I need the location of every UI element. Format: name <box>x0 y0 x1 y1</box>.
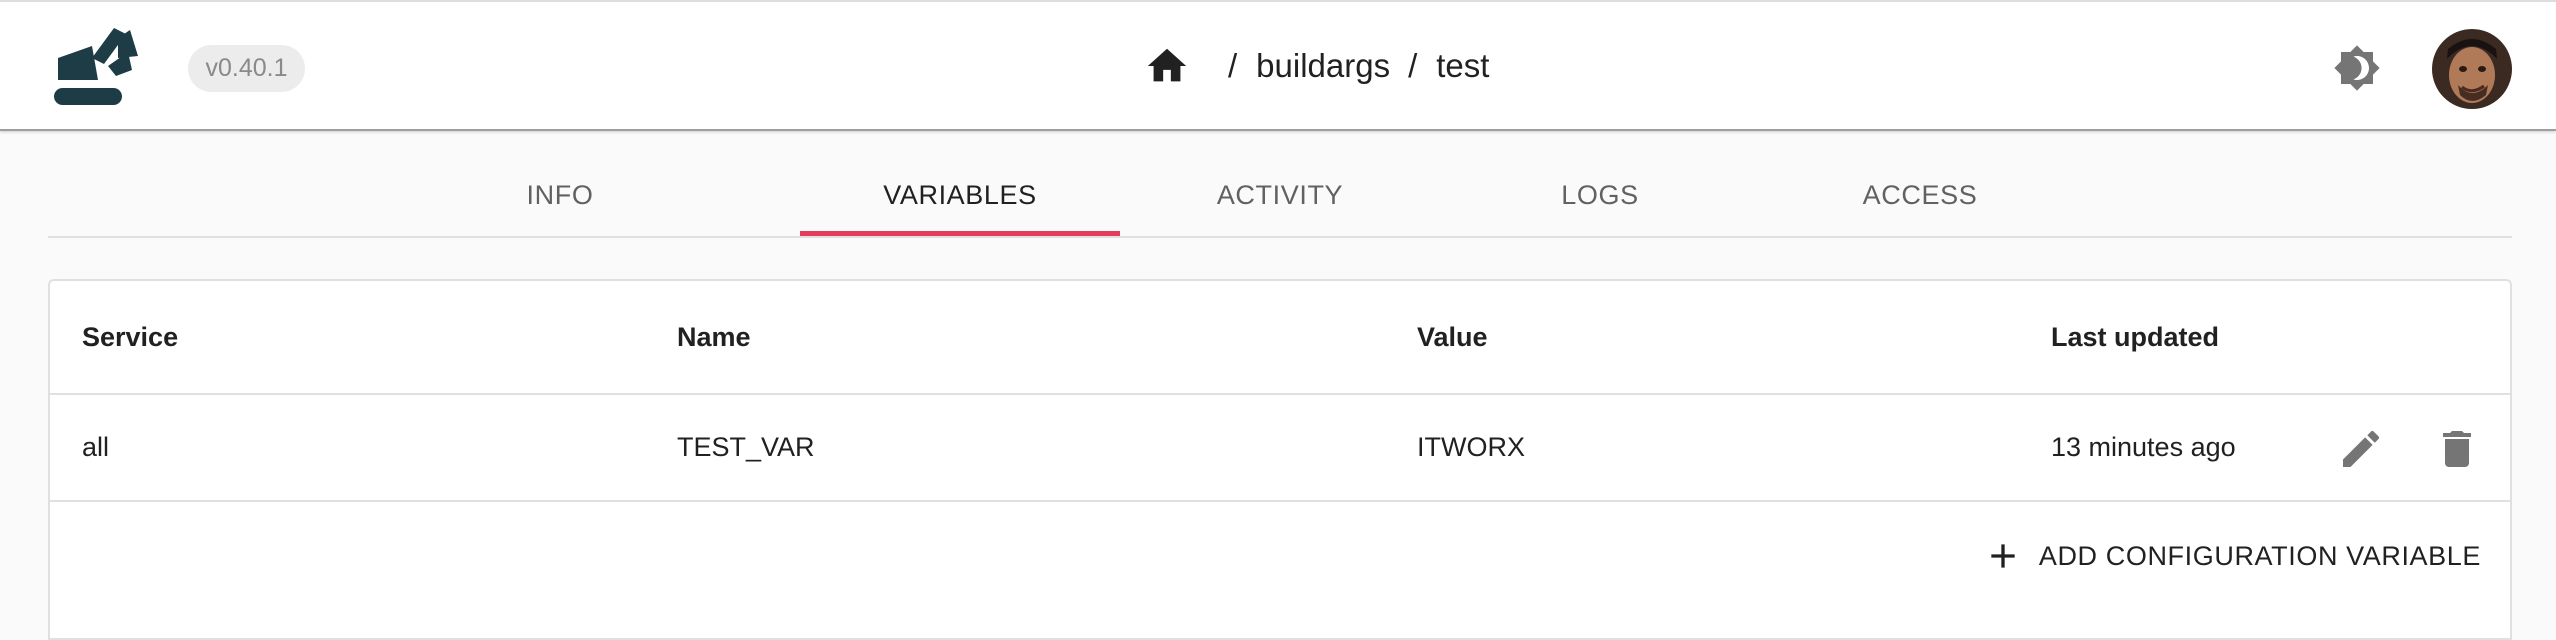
column-header-last-updated: Last updated <box>2051 321 2220 352</box>
breadcrumb-item-project[interactable]: buildargs <box>1256 47 1390 85</box>
cell-service: all <box>82 432 110 462</box>
tab-logs[interactable]: LOGS <box>1440 155 1760 236</box>
add-configuration-variable-button[interactable]: ADD CONFIGURATION VARIABLE <box>1971 519 2481 593</box>
breadcrumb-item-environment[interactable]: test <box>1436 47 1489 85</box>
column-header-value: Value <box>1417 321 1488 352</box>
active-tab-indicator <box>800 231 1120 236</box>
tab-bar: INFO VARIABLES ACTIVITY LOGS ACCESS <box>48 155 2512 238</box>
cell-name: TEST_VAR <box>677 432 815 462</box>
version-badge: v0.40.1 <box>188 45 305 92</box>
user-avatar <box>2432 29 2512 109</box>
tab-access[interactable]: ACCESS <box>1760 155 2080 236</box>
tab-variables[interactable]: VARIABLES <box>800 155 1120 236</box>
home-icon[interactable] <box>1144 43 1190 89</box>
avatar[interactable] <box>2432 29 2512 109</box>
app-header: v0.40.1 / buildargs / test <box>0 0 2556 131</box>
tab-info[interactable]: INFO <box>400 155 720 236</box>
add-button-label: ADD CONFIGURATION VARIABLE <box>2038 540 2481 571</box>
edit-icon[interactable] <box>2337 425 2385 473</box>
column-header-name: Name <box>677 321 751 352</box>
excavator-logo-icon[interactable] <box>52 24 164 110</box>
variables-table: Service Name Value Last updated all TEST… <box>48 279 2512 640</box>
cell-value: ITWORX <box>1417 432 1525 462</box>
table-header-row: Service Name Value Last updated <box>50 281 2510 395</box>
breadcrumb-separator: / <box>1408 47 1418 84</box>
delete-icon[interactable] <box>2433 425 2481 473</box>
column-header-service: Service <box>82 321 179 352</box>
table-row: all TEST_VAR ITWORX 13 minutes ago <box>50 395 2510 502</box>
breadcrumb-separator: / <box>1228 47 1238 84</box>
cell-last-updated: 13 minutes ago <box>2051 432 2236 462</box>
tab-activity[interactable]: ACTIVITY <box>1120 155 1440 236</box>
plus-icon <box>1991 544 2015 568</box>
brightness-icon[interactable] <box>2333 44 2381 92</box>
breadcrumb: / buildargs / test <box>1144 36 1489 96</box>
